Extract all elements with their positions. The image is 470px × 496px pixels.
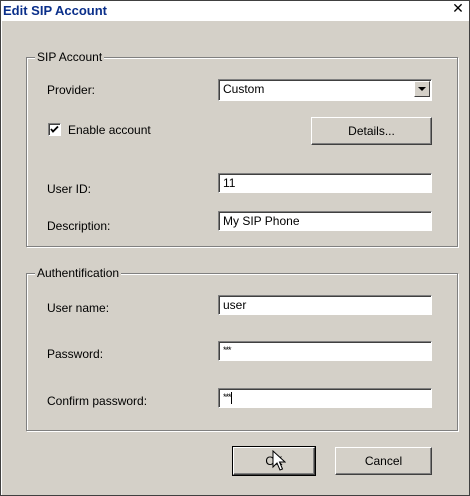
cancel-button[interactable]: Cancel — [335, 447, 432, 475]
enable-account-label[interactable]: Enable account — [68, 123, 151, 137]
user-name-input[interactable]: user — [218, 295, 432, 315]
check-icon — [50, 125, 59, 133]
description-label: Description: — [47, 219, 111, 233]
confirm-password-input[interactable]: *** — [218, 388, 432, 408]
provider-label: Provider: — [47, 83, 96, 97]
mouse-pointer-icon — [272, 450, 286, 471]
password-label: Password: — [47, 347, 104, 361]
user-name-label: User name: — [47, 301, 110, 315]
title-bar[interactable]: Edit SIP Account ✕ — [1, 1, 469, 21]
user-id-input[interactable]: 11 — [218, 173, 432, 193]
provider-value: Custom — [223, 82, 265, 96]
confirm-password-value: *** — [223, 392, 231, 402]
user-id-label: User ID: — [47, 182, 92, 196]
details-button[interactable]: Details... — [311, 117, 432, 145]
sip-account-legend: SIP Account — [35, 50, 105, 64]
description-input[interactable]: My SIP Phone — [218, 211, 432, 231]
chevron-down-icon[interactable] — [414, 81, 430, 97]
window-title: Edit SIP Account — [3, 3, 108, 18]
close-icon[interactable]: ✕ — [451, 2, 465, 17]
text-caret — [230, 391, 232, 404]
edit-sip-account-dialog: Edit SIP Account ✕ SIP Account Provider:… — [0, 0, 470, 496]
password-input[interactable]: *** — [218, 341, 432, 361]
confirm-password-label: Confirm password: — [47, 394, 148, 408]
enable-account-checkbox[interactable] — [48, 123, 61, 136]
provider-select[interactable]: Custom — [218, 79, 432, 101]
authentification-legend: Authentification — [35, 266, 122, 280]
